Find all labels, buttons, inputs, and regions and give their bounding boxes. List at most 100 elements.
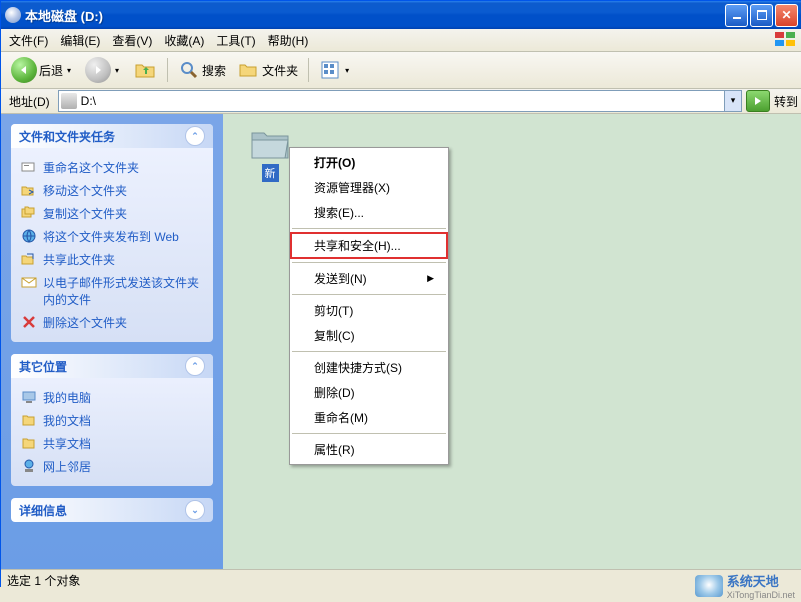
ctx-delete[interactable]: 删除(D) [290,380,448,405]
tasks-panel-header[interactable]: 文件和文件夹任务 ⌃ [11,124,213,148]
menu-tools[interactable]: 工具(T) [210,30,261,51]
places-panel-header[interactable]: 其它位置 ⌃ [11,354,213,378]
places-panel: 其它位置 ⌃ 我的电脑 我的文档 共享文档 网上邻居 [11,354,213,486]
ctx-separator [292,294,446,295]
forward-arrow-icon [85,57,111,83]
email-icon [21,274,37,290]
ctx-separator [292,228,446,229]
chevron-down-icon: ▾ [343,66,351,75]
ctx-sharing-security[interactable]: 共享和安全(H)... [290,232,448,259]
toolbar-separator [308,58,309,82]
panel-title: 其它位置 [19,358,67,375]
go-button[interactable] [746,90,770,112]
copy-folder-link[interactable]: 复制这个文件夹 [21,202,203,225]
search-icon [178,59,200,81]
ctx-separator [292,351,446,352]
ctx-search[interactable]: 搜索(E)... [290,200,448,225]
go-arrow-icon [752,95,764,107]
address-path: D:\ [81,94,96,108]
drive-icon [61,93,77,109]
submenu-arrow-icon: ▶ [427,273,434,284]
ctx-separator [292,262,446,263]
folders-label: 文件夹 [262,62,298,79]
share-folder-link[interactable]: 共享此文件夹 [21,248,203,271]
tasks-panel: 文件和文件夹任务 ⌃ 重命名这个文件夹 移动这个文件夹 复制这个文件夹 将这个文… [11,124,213,342]
drive-icon [5,7,21,23]
folder-name: 新 [262,164,279,182]
tasks-panel-body: 重命名这个文件夹 移动这个文件夹 复制这个文件夹 将这个文件夹发布到 Web 共… [11,148,213,342]
views-icon [319,59,341,81]
chevron-up-icon: ⌃ [185,356,205,376]
watermark: 系统天地 XiTongTianDi.net [695,571,795,600]
documents-icon [21,412,37,428]
rename-folder-link[interactable]: 重命名这个文件夹 [21,156,203,179]
delete-folder-link[interactable]: 删除这个文件夹 [21,311,203,334]
ctx-open[interactable]: 打开(O) [290,150,448,175]
addressbar: 地址(D) D:\ ▾ 转到 [1,89,801,114]
panel-title: 详细信息 [19,502,67,519]
status-text: 选定 1 个对象 [7,572,80,589]
shared-documents-link[interactable]: 共享文档 [21,432,203,455]
menu-file[interactable]: 文件(F) [3,30,54,51]
address-dropdown[interactable]: ▾ [724,91,741,111]
shared-folder-icon [21,435,37,451]
watermark-sub: XiTongTianDi.net [727,590,795,600]
folders-icon [238,59,260,81]
ctx-explorer[interactable]: 资源管理器(X) [290,175,448,200]
chevron-up-icon: ⌃ [185,126,205,146]
maximize-button[interactable] [750,4,773,27]
menu-edit[interactable]: 编辑(E) [54,30,106,51]
ctx-rename[interactable]: 重命名(M) [290,405,448,430]
rename-icon [21,159,37,175]
toolbar-separator [167,58,168,82]
search-button[interactable]: 搜索 [174,57,230,83]
ctx-send-to[interactable]: 发送到(N)▶ [290,266,448,291]
close-button[interactable]: ✕ [775,4,798,27]
folder-up-icon [133,58,157,82]
context-menu: 打开(O) 资源管理器(X) 搜索(E)... 共享和安全(H)... 发送到(… [289,147,449,465]
window-title: 本地磁盘 (D:) [25,6,725,25]
details-panel-header[interactable]: 详细信息 ⌄ [11,498,213,522]
network-places-link[interactable]: 网上邻居 [21,455,203,478]
minimize-button[interactable] [725,4,748,27]
menubar: 文件(F) 编辑(E) 查看(V) 收藏(A) 工具(T) 帮助(H) [1,29,801,52]
publish-folder-link[interactable]: 将这个文件夹发布到 Web [21,225,203,248]
my-computer-link[interactable]: 我的电脑 [21,386,203,409]
menu-help[interactable]: 帮助(H) [262,30,315,51]
forward-button[interactable]: ▾ [81,55,125,85]
chevron-down-icon: ⌄ [185,500,205,520]
folders-button[interactable]: 文件夹 [234,57,302,83]
menu-view[interactable]: 查看(V) [106,30,158,51]
ctx-create-shortcut[interactable]: 创建快捷方式(S) [290,355,448,380]
copy-icon [21,205,37,221]
panel-title: 文件和文件夹任务 [19,128,115,145]
folder-icon [249,126,291,162]
titlebar[interactable]: 本地磁盘 (D:) ✕ [1,1,801,29]
toolbar: 后退 ▾ ▾ 搜索 文件夹 ▾ [1,52,801,89]
places-panel-body: 我的电脑 我的文档 共享文档 网上邻居 [11,378,213,486]
back-arrow-icon [11,57,37,83]
windows-flag-icon [774,31,798,47]
views-button[interactable]: ▾ [315,57,355,83]
my-documents-link[interactable]: 我的文档 [21,409,203,432]
globe-icon [21,228,37,244]
move-folder-link[interactable]: 移动这个文件夹 [21,179,203,202]
email-folder-link[interactable]: 以电子邮件形式发送该文件夹内的文件 [21,271,203,311]
chevron-down-icon: ▾ [113,66,121,75]
ctx-properties[interactable]: 属性(R) [290,437,448,462]
ctx-cut[interactable]: 剪切(T) [290,298,448,323]
ctx-copy[interactable]: 复制(C) [290,323,448,348]
network-icon [21,458,37,474]
window-control-buttons: ✕ [725,4,798,27]
statusbar: 选定 1 个对象 [1,569,801,590]
menu-favorites[interactable]: 收藏(A) [158,30,210,51]
sidebar: 文件和文件夹任务 ⌃ 重命名这个文件夹 移动这个文件夹 复制这个文件夹 将这个文… [1,114,223,569]
address-input[interactable]: D:\ ▾ [58,90,742,112]
delete-icon [21,314,37,330]
up-button[interactable] [129,56,161,84]
search-label: 搜索 [202,62,226,79]
go-label: 转到 [774,93,798,110]
back-label: 后退 [39,62,63,79]
move-icon [21,182,37,198]
back-button[interactable]: 后退 ▾ [7,55,77,85]
